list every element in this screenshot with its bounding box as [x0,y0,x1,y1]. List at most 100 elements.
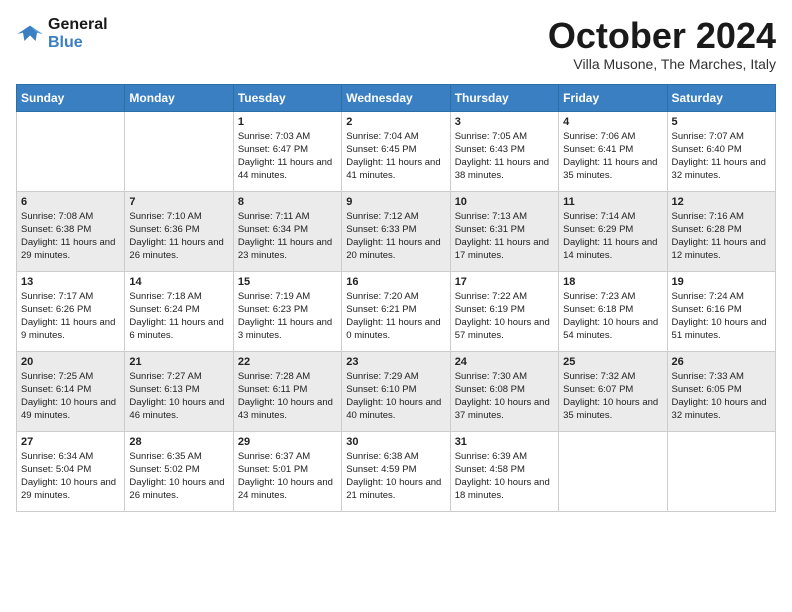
logo-general: General [48,16,108,34]
calendar-cell: 26Sunrise: 7:33 AMSunset: 6:05 PMDayligh… [667,351,775,431]
calendar-cell: 16 Sunrise: 7:20 AMSunset: 6:21 PMDayligh… [342,271,450,351]
calendar-cell: 11Sunrise: 7:14 AMSunset: 6:29 PMDayligh… [559,191,667,271]
logo-blue: Blue [48,34,108,52]
calendar-cell: 5 Sunrise: 7:07 AMSunset: 6:40 PMDaylight… [667,111,775,191]
day-number: 17 [455,276,554,288]
day-detail: Sunrise: 6:35 AMSunset: 5:02 PMDaylight:… [129,451,224,502]
day-number: 8 [238,196,337,208]
day-number: 27 [21,436,120,448]
day-number: 25 [563,356,662,368]
day-detail: Sunrise: 6:38 AMSunset: 4:59 PMDaylight:… [346,451,441,502]
day-detail: Sunrise: 7:20 AMSunset: 6:21 PMDaylight:… [346,291,440,342]
day-detail: Sunrise: 7:28 AMSunset: 6:11 PMDaylight:… [238,371,333,422]
calendar-cell: 8 Sunrise: 7:11 AMSunset: 6:34 PMDaylight… [233,191,341,271]
calendar-cell: 24 Sunrise: 7:30 AMSunset: 6:08 PMDayligh… [450,351,558,431]
calendar-cell: 30 Sunrise: 6:38 AMSunset: 4:59 PMDayligh… [342,431,450,511]
header-day-monday: Monday [125,84,233,111]
calendar-cell: 12Sunrise: 7:16 AMSunset: 6:28 PMDayligh… [667,191,775,271]
day-number: 10 [455,196,554,208]
day-detail: Sunrise: 6:39 AMSunset: 4:58 PMDaylight:… [455,451,550,502]
logo: General Blue [16,16,108,51]
day-number: 14 [129,276,228,288]
calendar-cell: 28 Sunrise: 6:35 AMSunset: 5:02 PMDayligh… [125,431,233,511]
calendar-cell: 10 Sunrise: 7:13 AMSunset: 6:31 PMDayligh… [450,191,558,271]
calendar-cell: 21 Sunrise: 7:27 AMSunset: 6:13 PMDayligh… [125,351,233,431]
calendar-cell: 14 Sunrise: 7:18 AMSunset: 6:24 PMDayligh… [125,271,233,351]
day-detail: Sunrise: 7:19 AMSunset: 6:23 PMDaylight:… [238,291,332,342]
calendar-cell: 22 Sunrise: 7:28 AMSunset: 6:11 PMDayligh… [233,351,341,431]
week-row-4: 20 Sunrise: 7:25 AMSunset: 6:14 PMDayligh… [17,351,776,431]
month-title: October 2024 [548,16,776,56]
day-number: 5 [672,116,771,128]
calendar-cell: 6 Sunrise: 7:08 AMSunset: 6:38 PMDaylight… [17,191,125,271]
day-number: 30 [346,436,445,448]
calendar-cell [559,431,667,511]
day-number: 28 [129,436,228,448]
day-number: 19 [672,276,771,288]
day-detail: Sunrise: 7:30 AMSunset: 6:08 PMDaylight:… [455,371,550,422]
day-detail: Sunrise: 7:23 AMSunset: 6:18 PMDaylight:… [563,291,658,342]
day-detail: Sunrise: 7:17 AMSunset: 6:26 PMDaylight:… [21,291,115,342]
week-row-3: 13Sunrise: 7:17 AMSunset: 6:26 PMDayligh… [17,271,776,351]
day-number: 20 [21,356,120,368]
day-detail: Sunrise: 6:37 AMSunset: 5:01 PMDaylight:… [238,451,333,502]
day-detail: Sunrise: 7:13 AMSunset: 6:31 PMDaylight:… [455,211,549,262]
calendar-cell: 23Sunrise: 7:29 AMSunset: 6:10 PMDayligh… [342,351,450,431]
calendar-cell: 1Sunrise: 7:03 AMSunset: 6:47 PMDaylight… [233,111,341,191]
day-detail: Sunrise: 7:07 AMSunset: 6:40 PMDaylight:… [672,131,766,182]
header-day-tuesday: Tuesday [233,84,341,111]
day-detail: Sunrise: 7:11 AMSunset: 6:34 PMDaylight:… [238,211,332,262]
day-number: 24 [455,356,554,368]
day-detail: Sunrise: 7:06 AMSunset: 6:41 PMDaylight:… [563,131,657,182]
calendar-cell: 9 Sunrise: 7:12 AMSunset: 6:33 PMDaylight… [342,191,450,271]
calendar-cell: 31Sunrise: 6:39 AMSunset: 4:58 PMDayligh… [450,431,558,511]
day-number: 2 [346,116,445,128]
calendar-table: SundayMondayTuesdayWednesdayThursdayFrid… [16,84,776,512]
day-detail: Sunrise: 7:33 AMSunset: 6:05 PMDaylight:… [672,371,767,422]
calendar-cell: 18 Sunrise: 7:23 AMSunset: 6:18 PMDayligh… [559,271,667,351]
location: Villa Musone, The Marches, Italy [548,56,776,72]
day-number: 16 [346,276,445,288]
day-number: 9 [346,196,445,208]
day-detail: Sunrise: 7:24 AMSunset: 6:16 PMDaylight:… [672,291,767,342]
day-detail: Sunrise: 7:12 AMSunset: 6:33 PMDaylight:… [346,211,440,262]
week-row-5: 27 Sunrise: 6:34 AMSunset: 5:04 PMDayligh… [17,431,776,511]
calendar-cell: 27 Sunrise: 6:34 AMSunset: 5:04 PMDayligh… [17,431,125,511]
header-day-thursday: Thursday [450,84,558,111]
logo-text: General Blue [48,16,108,51]
calendar-cell: 25 Sunrise: 7:32 AMSunset: 6:07 PMDayligh… [559,351,667,431]
day-number: 23 [346,356,445,368]
day-detail: Sunrise: 7:27 AMSunset: 6:13 PMDaylight:… [129,371,224,422]
day-number: 15 [238,276,337,288]
day-number: 3 [455,116,554,128]
day-detail: Sunrise: 7:16 AMSunset: 6:28 PMDaylight:… [672,211,766,262]
calendar-cell: 13Sunrise: 7:17 AMSunset: 6:26 PMDayligh… [17,271,125,351]
calendar-header-row: SundayMondayTuesdayWednesdayThursdayFrid… [17,84,776,111]
page-header: General Blue October 2024 Villa Musone, … [16,16,776,72]
calendar-cell: 20 Sunrise: 7:25 AMSunset: 6:14 PMDayligh… [17,351,125,431]
header-day-sunday: Sunday [17,84,125,111]
title-block: October 2024 Villa Musone, The Marches, … [548,16,776,72]
header-day-friday: Friday [559,84,667,111]
day-detail: Sunrise: 7:25 AMSunset: 6:14 PMDaylight:… [21,371,116,422]
calendar-cell [17,111,125,191]
day-detail: Sunrise: 7:05 AMSunset: 6:43 PMDaylight:… [455,131,549,182]
day-number: 22 [238,356,337,368]
day-detail: Sunrise: 6:34 AMSunset: 5:04 PMDaylight:… [21,451,116,502]
calendar-cell: 17Sunrise: 7:22 AMSunset: 6:19 PMDayligh… [450,271,558,351]
day-detail: Sunrise: 7:32 AMSunset: 6:07 PMDaylight:… [563,371,658,422]
calendar-cell: 29Sunrise: 6:37 AMSunset: 5:01 PMDayligh… [233,431,341,511]
day-number: 7 [129,196,228,208]
header-day-wednesday: Wednesday [342,84,450,111]
day-detail: Sunrise: 7:18 AMSunset: 6:24 PMDaylight:… [129,291,223,342]
day-number: 18 [563,276,662,288]
day-number: 6 [21,196,120,208]
day-number: 4 [563,116,662,128]
day-detail: Sunrise: 7:14 AMSunset: 6:29 PMDaylight:… [563,211,657,262]
day-detail: Sunrise: 7:08 AMSunset: 6:38 PMDaylight:… [21,211,115,262]
calendar-cell: 7Sunrise: 7:10 AMSunset: 6:36 PMDaylight… [125,191,233,271]
calendar-cell: 19 Sunrise: 7:24 AMSunset: 6:16 PMDayligh… [667,271,775,351]
day-number: 21 [129,356,228,368]
calendar-cell [667,431,775,511]
day-detail: Sunrise: 7:03 AMSunset: 6:47 PMDaylight:… [238,131,332,182]
